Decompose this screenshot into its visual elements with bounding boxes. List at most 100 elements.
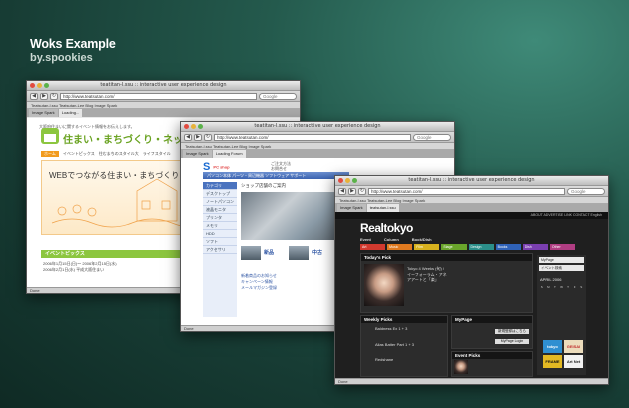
house-logo-icon[interactable] — [41, 128, 59, 144]
product-thumb[interactable] — [289, 246, 309, 260]
cat-tab[interactable]: Dish — [522, 244, 548, 250]
pick-title[interactable]: Tokyo 4 Weeks (旬) / イーフォーラム・アネアアートと「楽」 — [407, 266, 447, 283]
bookmarks-bar[interactable]: Teatsutan-l.ssu Teatsutan-Lee Blog Image… — [27, 102, 300, 109]
ad-banner[interactable]: tokyo — [543, 340, 562, 353]
bookmarks-bar[interactable]: Teatsutan-l.ssu Teatsutan-Lee Blog Image… — [335, 197, 608, 204]
list-item[interactable]: Redshane — [375, 357, 414, 363]
cat-tab[interactable]: Music — [387, 244, 413, 250]
cat-tab[interactable]: Stage — [441, 244, 467, 250]
forward-icon[interactable]: ▶ — [40, 92, 48, 100]
menu-event[interactable]: Event — [360, 237, 371, 242]
tab-bar: Image Spark Loading Forum — [181, 150, 454, 158]
ad-grid: tokyo GEISAI FRAME Art Net — [543, 340, 583, 368]
event-search-button[interactable]: イベント検索 — [539, 265, 584, 271]
box-title: Weekly Picks — [361, 316, 447, 323]
ad-banner[interactable]: GEISAI — [564, 340, 583, 353]
status-bar: Done — [335, 378, 608, 384]
sidebar-item[interactable]: メモリ — [203, 222, 237, 230]
nav-events[interactable]: イベントピックス — [63, 151, 95, 157]
tab-image-spark[interactable]: Image Spark — [183, 150, 212, 158]
reload-icon[interactable]: ↻ — [204, 133, 212, 141]
window-title: teatitan-l.ssu :: interactive user exper… — [100, 82, 227, 88]
sidebar-item[interactable]: アクセサリ — [203, 246, 237, 254]
cat-tab[interactable]: Design — [468, 244, 494, 250]
cat-tab[interactable]: Other — [549, 244, 575, 250]
menu-book-dish[interactable]: Book/Dish — [412, 237, 432, 242]
pick-image[interactable] — [364, 264, 404, 306]
link-contact[interactable]: お問合せ — [271, 166, 291, 171]
category-navbar[interactable]: パソコン本体 パーツ・周辺機器 ソフトウェア サポート — [203, 172, 349, 179]
forward-icon[interactable]: ▶ — [194, 133, 202, 141]
box-title: Today's Pick — [361, 254, 532, 261]
browser-toolbar: ◀ ▶ ↻ http://www.teatsutan.com/ Google — [27, 91, 300, 102]
list-item[interactable]: 2006年2月1日(水) 平成大阪住まい — [43, 267, 117, 273]
calendar-day-header: S — [540, 285, 543, 289]
browser-toolbar: ◀ ▶ ↻ http://www.teatsutan.com/ Google — [181, 132, 454, 143]
browser-window-3[interactable]: teatitan-l.ssu :: interactive user exper… — [334, 175, 609, 385]
calendar-day-header: W — [560, 285, 563, 289]
tab-image-spark[interactable]: Image Spark — [29, 109, 58, 117]
main-menu: Event Column Book/Dish — [360, 237, 432, 242]
window-title: teatitan-l.ssu :: interactive user exper… — [254, 123, 381, 129]
tab-loading[interactable]: Loading Forum — [212, 150, 246, 158]
list-item[interactable]: メールマガジン登録 — [241, 285, 277, 291]
cat-tab[interactable]: Books — [495, 244, 521, 250]
list-item[interactable]: Alias Batter Part 1 + 3 — [375, 342, 414, 348]
site-logo[interactable]: Realtokyo — [360, 221, 413, 235]
product-thumb[interactable] — [241, 246, 261, 260]
tile-label-new[interactable]: 新品 — [264, 249, 274, 256]
mypage-login-button[interactable]: MyPage Login — [495, 339, 529, 344]
event-thumb[interactable] — [454, 360, 468, 374]
back-icon[interactable]: ◀ — [184, 133, 192, 141]
window-titlebar[interactable]: teatitan-l.ssu :: interactive user exper… — [27, 81, 300, 91]
search-field[interactable]: Google — [413, 133, 451, 141]
forward-icon[interactable]: ▶ — [348, 187, 356, 195]
window-title: teatitan-l.ssu :: interactive user exper… — [408, 177, 535, 183]
search-field[interactable]: Google — [567, 187, 605, 195]
logo-tag: PC shop — [213, 164, 230, 170]
cat-tab[interactable]: Art — [360, 244, 386, 250]
sidebar-item[interactable]: 液晶モニタ — [203, 206, 237, 214]
address-bar[interactable]: http://www.teatsutan.com/ — [368, 187, 565, 195]
address-bar[interactable]: http://www.teatsutan.com/ — [60, 92, 257, 100]
category-sidebar: カテゴリ デスクトップ ノートパソコン 液晶モニタ プリンタ メモリ HDD ソ… — [203, 182, 237, 317]
sidebar-item[interactable]: デスクトップ — [203, 190, 237, 198]
back-icon[interactable]: ◀ — [338, 187, 346, 195]
reload-icon[interactable]: ↻ — [358, 187, 366, 195]
cat-tab[interactable]: Film — [414, 244, 440, 250]
window-titlebar[interactable]: teatitan-l.ssu :: interactive user exper… — [181, 122, 454, 132]
browser-toolbar: ◀ ▶ ↻ http://www.teatsutan.com/ Google — [335, 186, 608, 197]
bookmarks-bar[interactable]: Teatsutan-l.ssu Teatsutan-Lee Blog Image… — [181, 143, 454, 150]
sidebar-item[interactable]: ノートパソコン — [203, 198, 237, 206]
box-title: MyPage — [452, 316, 532, 323]
utility-bar[interactable]: ABOUT ADVERTISE LINK CONTACT English — [335, 212, 608, 219]
reload-icon[interactable]: ↻ — [50, 92, 58, 100]
nav-style[interactable]: 住むまちのスタイル大 — [99, 151, 139, 157]
category-bar: Art Music Film Stage Design Books Dish O… — [360, 244, 575, 250]
mypage-button[interactable]: MyPage — [539, 257, 584, 263]
ad-banner[interactable]: FRAME — [543, 355, 562, 368]
page-content: ABOUT ADVERTISE LINK CONTACT English Rea… — [335, 212, 608, 378]
search-field[interactable]: Google — [259, 92, 297, 100]
nav-lifestyle[interactable]: ライフスタイル — [143, 151, 171, 157]
calendar-day-header: F — [573, 285, 576, 289]
sidebar-item[interactable]: HDD — [203, 230, 237, 238]
nav-home[interactable]: ホーム — [41, 151, 59, 157]
address-bar[interactable]: http://www.teatsutan.com/ — [214, 133, 411, 141]
calendar-day-header: T — [567, 285, 569, 289]
shop-photo[interactable] — [241, 192, 341, 240]
tab-loading[interactable]: Loading... — [58, 109, 83, 117]
ad-banner[interactable]: Art Net — [564, 355, 583, 368]
site-brand[interactable]: 住まい・まちづくり・ネット — [63, 131, 193, 146]
tab-site[interactable]: teatsutan-l.ssu — [366, 204, 399, 212]
window-titlebar[interactable]: teatitan-l.ssu :: interactive user exper… — [335, 176, 608, 186]
sidebar-item[interactable]: ソフト — [203, 238, 237, 246]
calendar-month: APRIL 2006 — [540, 277, 562, 282]
register-button[interactable]: 新規登録はこちら — [495, 329, 529, 334]
list-item[interactable]: Baldness Ex 1 + 3 — [375, 326, 414, 332]
sidebar-item[interactable]: プリンタ — [203, 214, 237, 222]
back-icon[interactable]: ◀ — [30, 92, 38, 100]
tab-image-spark[interactable]: Image Spark — [337, 204, 366, 212]
menu-column[interactable]: Column — [384, 237, 399, 242]
tile-label-used[interactable]: 中古 — [312, 249, 322, 256]
